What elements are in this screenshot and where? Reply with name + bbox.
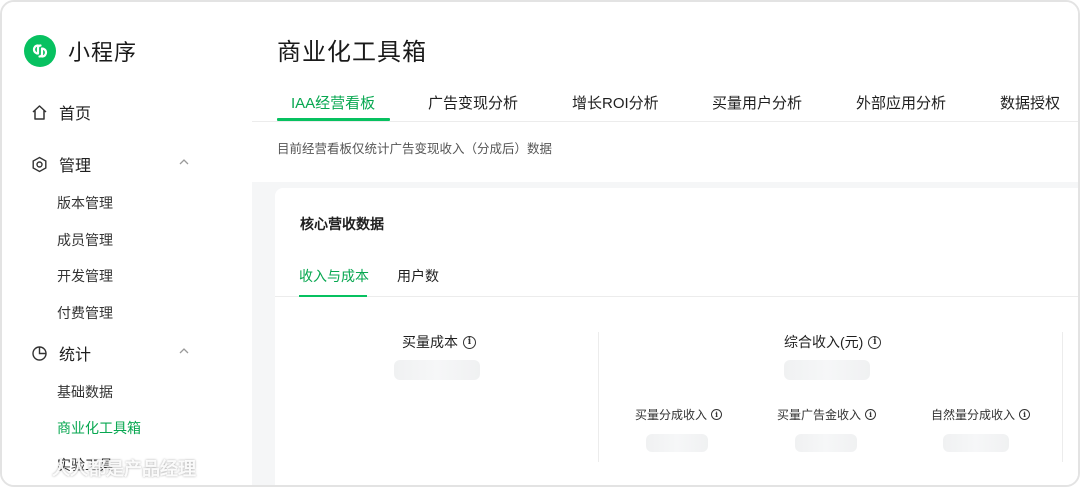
sidebar-item-label: 管理	[59, 158, 92, 175]
tab-external-apps[interactable]: 外部应用分析	[856, 92, 946, 113]
miniprogram-logo-icon	[24, 35, 56, 67]
tab-bar: IAA经营看板 广告变现分析 增长ROI分析 买量用户分析 外部应用分析 数据授…	[252, 82, 1078, 122]
tab-growth-roi[interactable]: 增长ROI分析	[572, 92, 659, 113]
metric-label: 买量分成收入	[635, 408, 708, 422]
watermark-logo-icon	[10, 458, 47, 477]
sidebar-item-version[interactable]: 版本管理	[57, 193, 113, 213]
metric-label: 自然量分成收入	[931, 408, 1016, 422]
divider	[598, 332, 599, 462]
divider	[1062, 332, 1063, 462]
subtab-revenue-cost[interactable]: 收入与成本	[299, 266, 369, 286]
sidebar-item-manage[interactable]: 管理	[30, 152, 91, 176]
chevron-up-icon[interactable]	[178, 156, 190, 168]
sidebar: 小程序 首页 管理 版本管理 成员管理 开发管理 付费管理 统计 基础数据 商业…	[2, 2, 252, 485]
hidden-value	[646, 434, 708, 452]
sidebar-item-commercial-toolbox[interactable]: 商业化工具箱	[57, 418, 141, 438]
sidebar-item-statistics[interactable]: 统计	[30, 341, 91, 365]
active-subtab-indicator	[299, 295, 367, 297]
sidebar-item-label: 统计	[59, 347, 92, 364]
watermark-text: 人人都是产品经理	[52, 459, 196, 479]
core-revenue-card: 核心营收数据 收入与成本 用户数 买量成本 i 综合收入(元) i 买量分成收入…	[275, 188, 1078, 485]
main-content: 商业化工具箱 IAA经营看板 广告变现分析 增长ROI分析 买量用户分析 外部应…	[252, 2, 1078, 485]
sidebar-item-basic-data[interactable]: 基础数据	[57, 382, 113, 402]
metric-label: 综合收入(元)	[784, 334, 864, 350]
hexagon-settings-icon	[30, 155, 48, 173]
hidden-value	[795, 434, 857, 452]
metric-acquisition-share-revenue: 买量分成收入 i	[635, 406, 723, 423]
metric-acquisition-ad-gold-revenue: 买量广告金收入 i	[777, 406, 877, 423]
metric-label: 买量成本	[402, 334, 458, 350]
hidden-value	[784, 360, 870, 380]
sidebar-item-label: 首页	[59, 106, 92, 123]
hidden-value	[394, 360, 480, 380]
tab-data-authorization[interactable]: 数据授权	[1000, 92, 1060, 113]
info-icon[interactable]: i	[865, 409, 877, 420]
metric-acquisition-cost: 买量成本 i	[402, 332, 476, 352]
brand-name: 小程序	[68, 40, 138, 65]
active-tab-indicator	[277, 118, 390, 121]
hidden-value	[943, 434, 1009, 452]
app-window: 小程序 首页 管理 版本管理 成员管理 开发管理 付费管理 统计 基础数据 商业…	[0, 0, 1080, 487]
chevron-up-icon[interactable]	[178, 345, 190, 357]
notice-text: 目前经营看板仅统计广告变现收入（分成后）数据	[277, 142, 553, 156]
tab-acquisition-users[interactable]: 买量用户分析	[712, 92, 802, 113]
subtab-user-count[interactable]: 用户数	[397, 266, 439, 286]
subtab-bar: 收入与成本 用户数	[275, 260, 1078, 297]
page-title: 商业化工具箱	[277, 39, 427, 66]
info-icon[interactable]: i	[868, 335, 882, 349]
watermark: 人人都是产品经理	[10, 455, 196, 481]
card-title: 核心营收数据	[300, 216, 384, 232]
sidebar-item-development[interactable]: 开发管理	[57, 266, 113, 286]
sidebar-item-members[interactable]: 成员管理	[57, 230, 113, 250]
pie-chart-icon	[30, 344, 48, 362]
metric-organic-share-revenue: 自然量分成收入 i	[931, 406, 1031, 423]
info-icon[interactable]: i	[711, 409, 723, 420]
brand[interactable]: 小程序	[24, 35, 137, 67]
page-header: 商业化工具箱 IAA经营看板 广告变现分析 增长ROI分析 买量用户分析 外部应…	[252, 2, 1078, 182]
tab-ad-monetization[interactable]: 广告变现分析	[428, 92, 518, 113]
home-icon	[30, 103, 48, 121]
metric-label: 买量广告金收入	[777, 408, 862, 422]
tab-iaa-dashboard[interactable]: IAA经营看板	[291, 92, 375, 113]
info-icon[interactable]: i	[1019, 409, 1031, 420]
info-icon[interactable]: i	[463, 335, 476, 349]
sidebar-item-home[interactable]: 首页	[30, 100, 91, 124]
metric-total-revenue: 综合收入(元) i	[784, 332, 882, 352]
sidebar-item-payment[interactable]: 付费管理	[57, 303, 113, 323]
